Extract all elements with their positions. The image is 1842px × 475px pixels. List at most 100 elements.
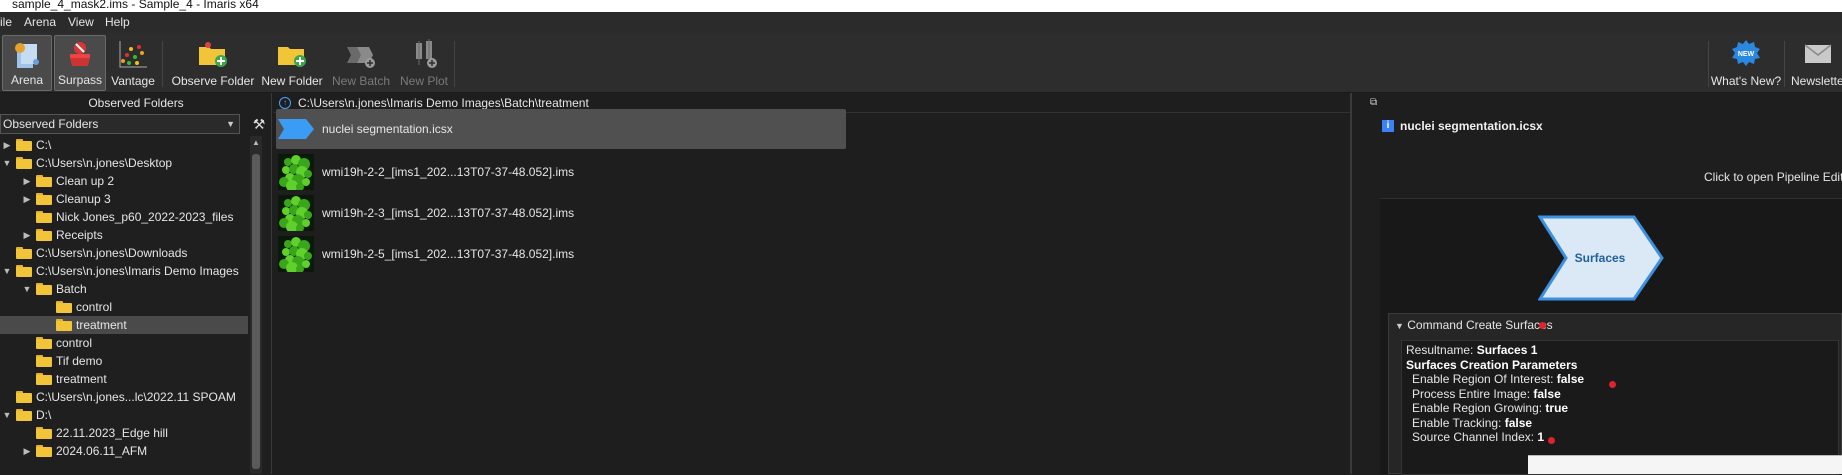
tree-item[interactable]: Tif demo (0, 352, 248, 370)
arena-button[interactable]: Arena (2, 35, 52, 91)
scroll-up-icon[interactable]: ▲ (250, 136, 262, 150)
file-name: wmi19h-2-3_[ims1_202...13T07-37-48.052].… (322, 206, 575, 220)
command-title: Command Create Surfaces (1407, 318, 1553, 332)
chevron-right-icon[interactable]: ▶ (22, 172, 32, 190)
file-item[interactable]: wmi19h-2-5_[ims1_202...13T07-37-48.052].… (276, 234, 846, 274)
menu-arena[interactable]: Arena (24, 15, 56, 29)
chevron-down-icon: ▼ (226, 119, 235, 129)
chevron-right-icon[interactable]: ▶ (22, 442, 32, 460)
command-header[interactable]: ▼ Command Create Surfaces (1395, 318, 1553, 332)
tree-item[interactable]: ▼ D:\ (0, 406, 248, 424)
chevron-down-icon: ▼ (1395, 321, 1404, 331)
tree-item-label: Nick Jones_p60_2022-2023_files (56, 210, 234, 224)
folder-icon (36, 193, 52, 205)
open-external-icon[interactable]: ⧉ (1370, 97, 1382, 109)
image-thumbnail (278, 154, 314, 190)
folder-icon (36, 229, 52, 241)
vantage-button[interactable]: Vantage (108, 35, 158, 91)
tree-item[interactable]: treatment (0, 316, 248, 334)
new-plot-icon (416, 39, 437, 68)
tree-item[interactable]: ▶ Cleanup 3 (0, 190, 248, 208)
pipeline-preview-panel: ⧉ i nuclei segmentation.icsx Click to op… (1352, 93, 1842, 475)
tree-item[interactable]: ▶ 2024.06.11_AFM (0, 442, 248, 460)
observed-folders-dropdown[interactable]: Observed Folders ▼ (0, 114, 240, 134)
menu-bar: ile Arena View Help (0, 12, 1842, 33)
tree-item-label: C:\ (36, 138, 52, 152)
newsletter-button[interactable]: Newslette (1788, 35, 1842, 91)
param-channel-index: Source Channel Index: 1 (1412, 430, 1545, 444)
new-folder-button[interactable]: New Folder (258, 35, 326, 91)
menu-view[interactable]: View (68, 15, 94, 29)
tree-item-label: treatment (56, 372, 107, 386)
tree-item[interactable]: Nick Jones_p60_2022-2023_files (0, 208, 248, 226)
tree-item[interactable]: treatment (0, 370, 248, 388)
surpass-button[interactable]: Surpass (54, 35, 106, 91)
scrollbar-thumb[interactable] (252, 154, 260, 469)
folder-tree: ▶ C:\ ▼ C:\Users\n.jones\Desktop ▶ Clean up 2… (0, 136, 248, 474)
folder-icon (36, 175, 52, 187)
open-pipeline-editor-link[interactable]: Click to open Pipeline Edit (1704, 170, 1842, 184)
param-region-growing: Enable Region Growing: true (1412, 401, 1569, 415)
file-item[interactable]: nuclei segmentation.icsx (276, 109, 846, 149)
new-batch-button[interactable]: New Batch (328, 35, 394, 91)
chevron-right-icon[interactable]: ▶ (22, 226, 32, 244)
toolbar: Arena Surpass Vantage Observe Folder New (0, 33, 1842, 93)
tree-item[interactable]: ▶ Receipts (0, 226, 248, 244)
folder-icon (16, 409, 32, 421)
chevron-down-icon[interactable]: ▼ (2, 262, 12, 280)
menu-file[interactable]: ile (0, 15, 12, 29)
tree-item-label: C:\Users\n.jones...lc\2022.11 SPOAM (36, 390, 236, 404)
new-batch-icon (347, 47, 375, 68)
menu-help[interactable]: Help (105, 15, 130, 29)
whats-new-button[interactable]: NEW What's New? (1710, 35, 1782, 91)
new-plot-button[interactable]: New Plot (396, 35, 452, 91)
tree-item[interactable]: ▼ Batch (0, 280, 248, 298)
tree-item[interactable]: control (0, 334, 248, 352)
chevron-right-icon[interactable]: ▶ (2, 136, 12, 154)
tree-item[interactable]: ▼ C:\Users\n.jones\Desktop (0, 154, 248, 172)
param-resultname: Resultname: Surfaces 1 (1406, 343, 1538, 357)
command-panel: ▼ Command Create Surfaces Resultname: Su… (1388, 313, 1842, 475)
tree-item-label: 2024.06.11_AFM (56, 444, 148, 458)
tree-item[interactable]: C:\Users\n.jones...lc\2022.11 SPOAM (0, 388, 248, 406)
navigate-up-icon[interactable]: ↑ (279, 97, 291, 109)
tree-item[interactable]: control (0, 298, 248, 316)
tree-item[interactable]: ▶ C:\ (0, 136, 248, 154)
tree-item[interactable]: C:\Users\n.jones\Downloads (0, 244, 248, 262)
file-item[interactable]: wmi19h-2-2_[ims1_202...13T07-37-48.052].… (276, 152, 846, 192)
new-folder-icon (278, 47, 306, 67)
surfaces-node[interactable]: Surfaces (1538, 215, 1664, 301)
chevron-right-icon[interactable]: ▶ (22, 190, 32, 208)
tree-item[interactable]: ▶ Clean up 2 (0, 172, 248, 190)
pipeline-icon (278, 119, 314, 139)
tree-item-label: C:\Users\n.jones\Desktop (36, 156, 173, 170)
info-icon: i (1382, 120, 1394, 132)
folder-icon (16, 157, 32, 169)
folder-icon (36, 445, 52, 457)
image-thumbnail (278, 195, 314, 231)
tree-item[interactable]: ▼ C:\Users\n.jones\Imaris Demo Images (0, 262, 248, 280)
folder-icon (36, 355, 52, 367)
panel-title: Observed Folders (88, 96, 184, 110)
folder-icon (36, 337, 52, 349)
folder-icon (16, 247, 32, 259)
window-title-bar: sample_4_mask2.ims - Sample_4 - Imaris x… (0, 0, 1842, 12)
svg-text:NEW: NEW (1738, 51, 1755, 58)
chevron-down-icon[interactable]: ▼ (22, 280, 32, 298)
tools-icon[interactable]: ⚒ (250, 115, 268, 133)
tree-scrollbar[interactable]: ▲ (250, 136, 262, 474)
chevron-down-icon[interactable]: ▼ (2, 406, 12, 424)
status-dot (1539, 322, 1546, 329)
file-item[interactable]: wmi19h-2-3_[ims1_202...13T07-37-48.052].… (276, 193, 846, 233)
folder-icon (56, 319, 72, 331)
mail-icon (1804, 44, 1832, 63)
folder-icon (16, 139, 32, 151)
tree-item-label: treatment (76, 318, 127, 332)
chevron-down-icon[interactable]: ▼ (2, 154, 12, 172)
toolbar-separator (162, 41, 163, 87)
observe-folder-button[interactable]: Observe Folder (170, 35, 256, 91)
dropdown-value: Observed Folders (3, 117, 99, 131)
file-name: nuclei segmentation.icsx (322, 122, 453, 136)
tree-item[interactable]: 22.11.2023_Edge hill (0, 424, 248, 442)
popup-panel (1528, 455, 1842, 474)
